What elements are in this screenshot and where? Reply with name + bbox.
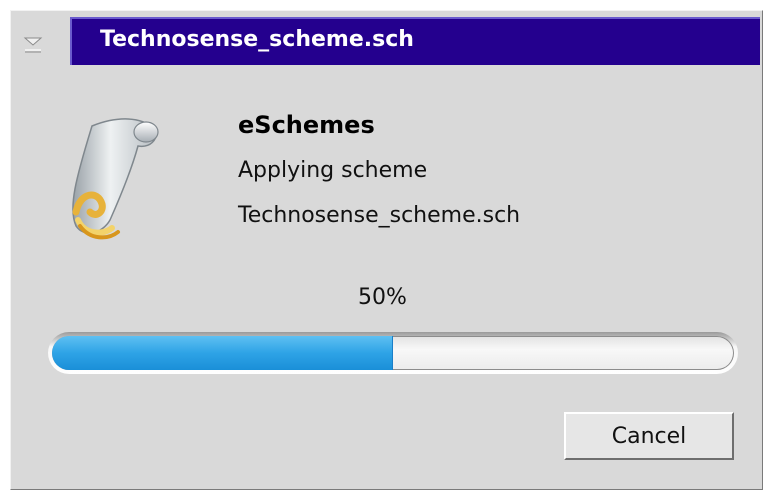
status-text: Applying scheme	[238, 158, 428, 183]
paper-scroll-icon	[72, 118, 159, 240]
progress-bar	[48, 332, 738, 374]
window-menu-icon[interactable]	[22, 36, 44, 54]
progress-fill	[52, 336, 393, 370]
app-name: eSchemes	[238, 111, 375, 139]
window-title: Technosense_scheme.sch	[100, 27, 414, 52]
title-bar[interactable]: Technosense_scheme.sch	[70, 17, 760, 65]
progress-percent: 50%	[358, 285, 407, 310]
cancel-button[interactable]: Cancel	[564, 412, 734, 460]
file-name: Technosense_scheme.sch	[238, 203, 521, 228]
cancel-button-label: Cancel	[611, 423, 687, 449]
progress-track	[52, 336, 734, 370]
